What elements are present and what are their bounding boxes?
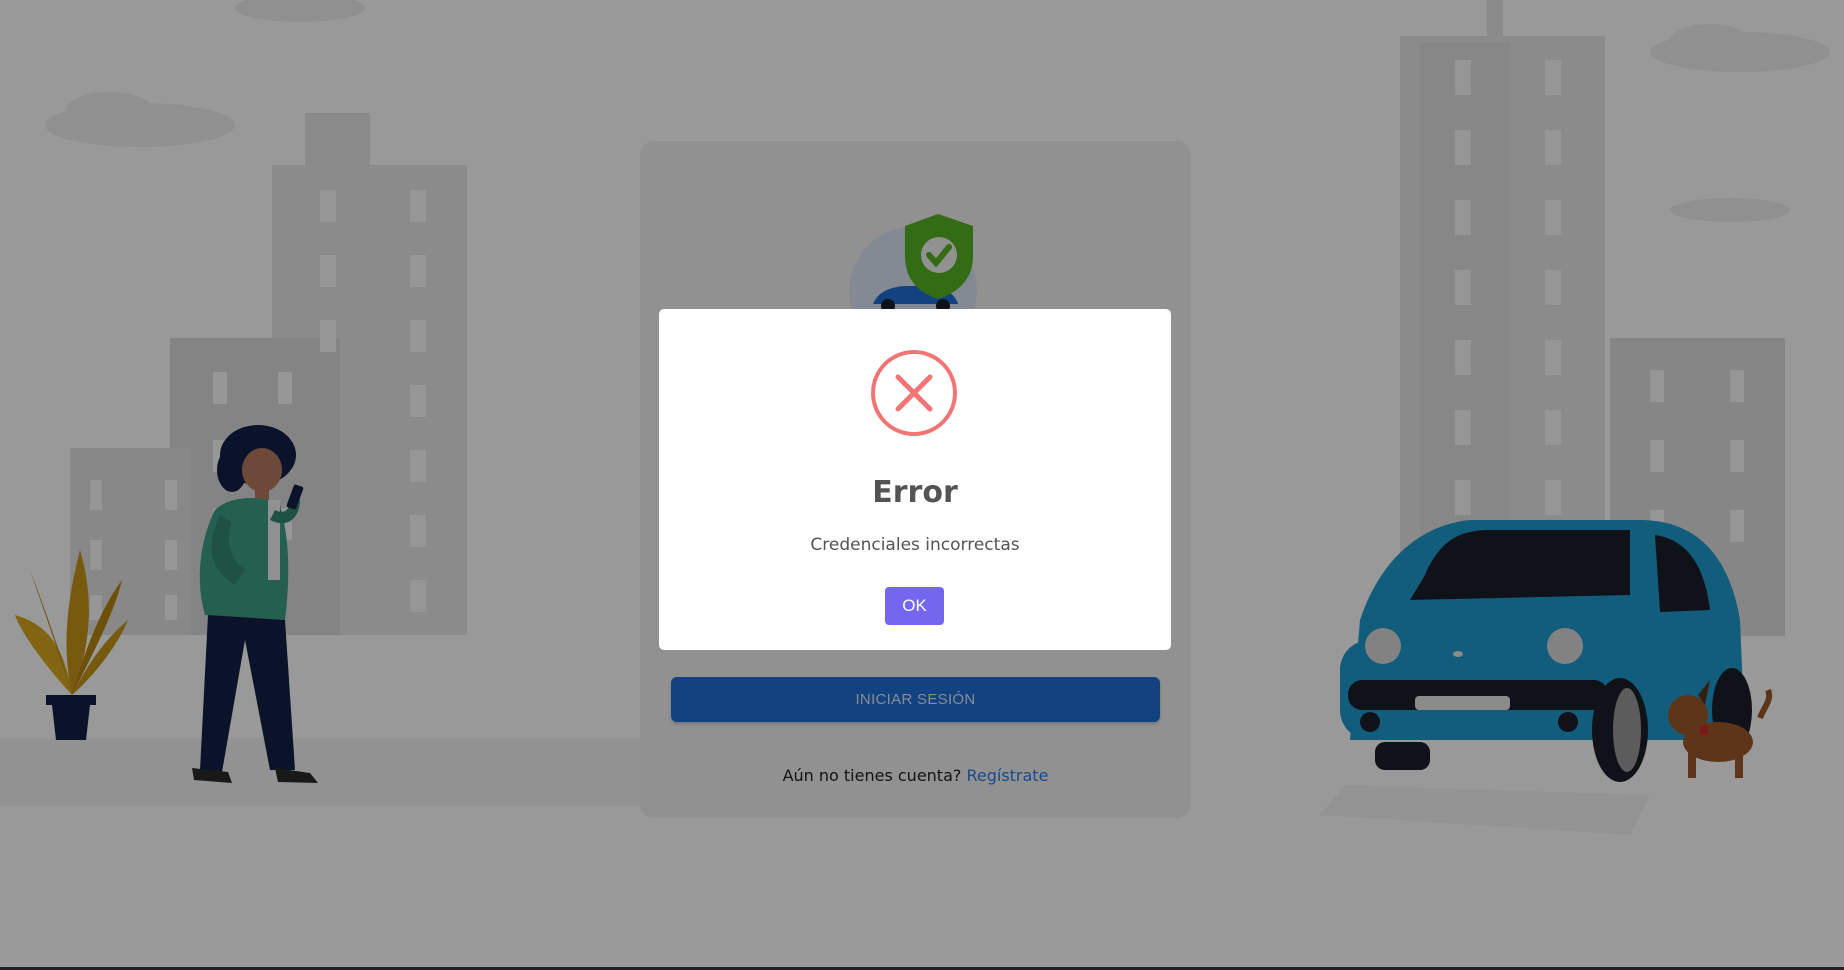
error-x-icon [870,349,958,437]
dialog-message: Credenciales incorrectas [810,535,1020,555]
ok-button[interactable]: OK [885,587,944,625]
dialog-title: Error [872,475,958,510]
login-page: INICIAR SESIÓN Aún no tienes cuenta? Reg… [0,0,1844,970]
error-dialog: Error Credenciales incorrectas OK [659,309,1171,650]
